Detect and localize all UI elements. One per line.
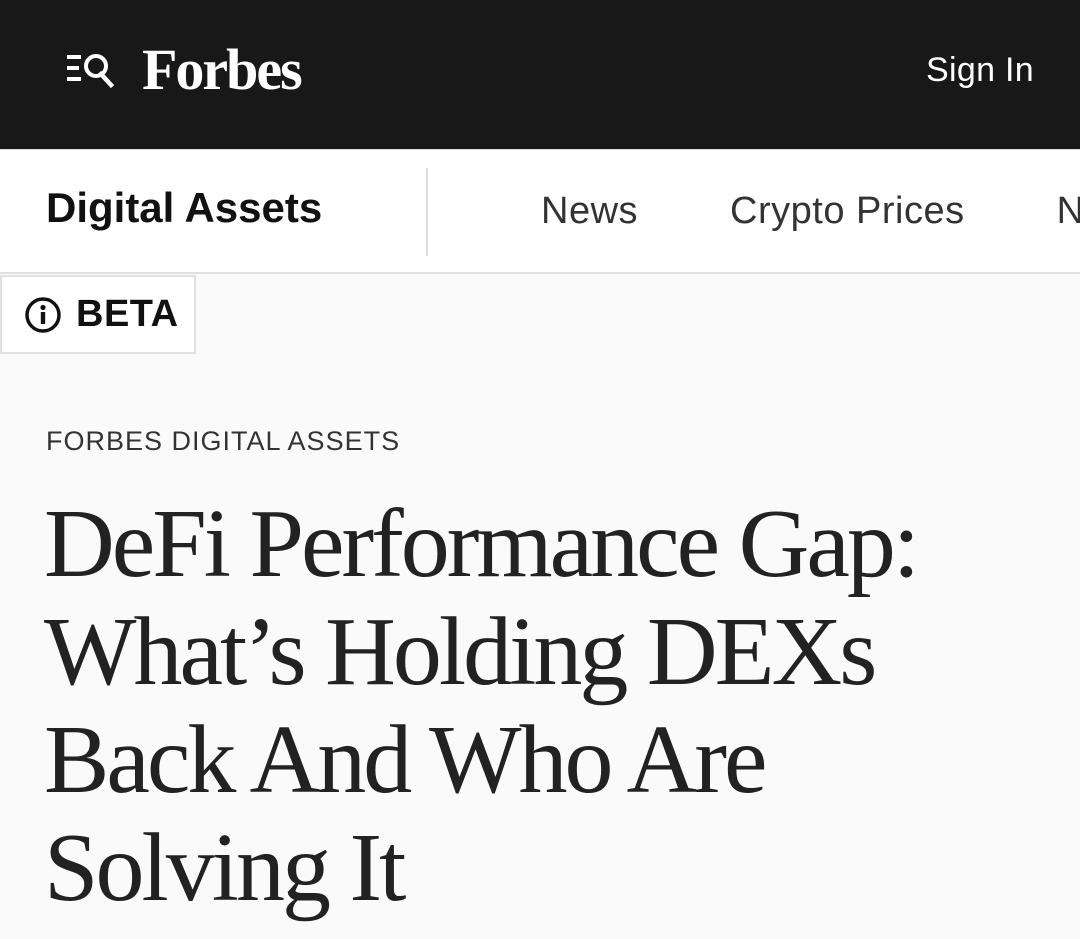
beta-label: BETA (76, 293, 179, 335)
article-headline: DeFi Performance Gap: What’s Holding DEX… (44, 490, 920, 922)
top-header: Forbes Sign In (0, 0, 1080, 149)
info-icon (25, 296, 61, 333)
nav-link-truncated[interactable]: N (1057, 190, 1080, 233)
menu-search-icon (67, 54, 115, 89)
nav-links: News Crypto Prices N (541, 190, 1080, 233)
forbes-logo[interactable]: Forbes (142, 32, 303, 108)
nav-link-crypto-prices[interactable]: Crypto Prices (730, 190, 965, 233)
article-kicker[interactable]: FORBES DIGITAL ASSETS (46, 426, 400, 457)
nav-divider (426, 168, 428, 256)
section-nav: Digital Assets News Crypto Prices N (0, 149, 1080, 274)
menu-search-button[interactable] (62, 46, 118, 92)
beta-badge[interactable]: BETA (0, 275, 196, 354)
nav-link-news[interactable]: News (541, 190, 638, 233)
sign-in-link[interactable]: Sign In (926, 44, 1034, 96)
section-title[interactable]: Digital Assets (46, 184, 322, 232)
